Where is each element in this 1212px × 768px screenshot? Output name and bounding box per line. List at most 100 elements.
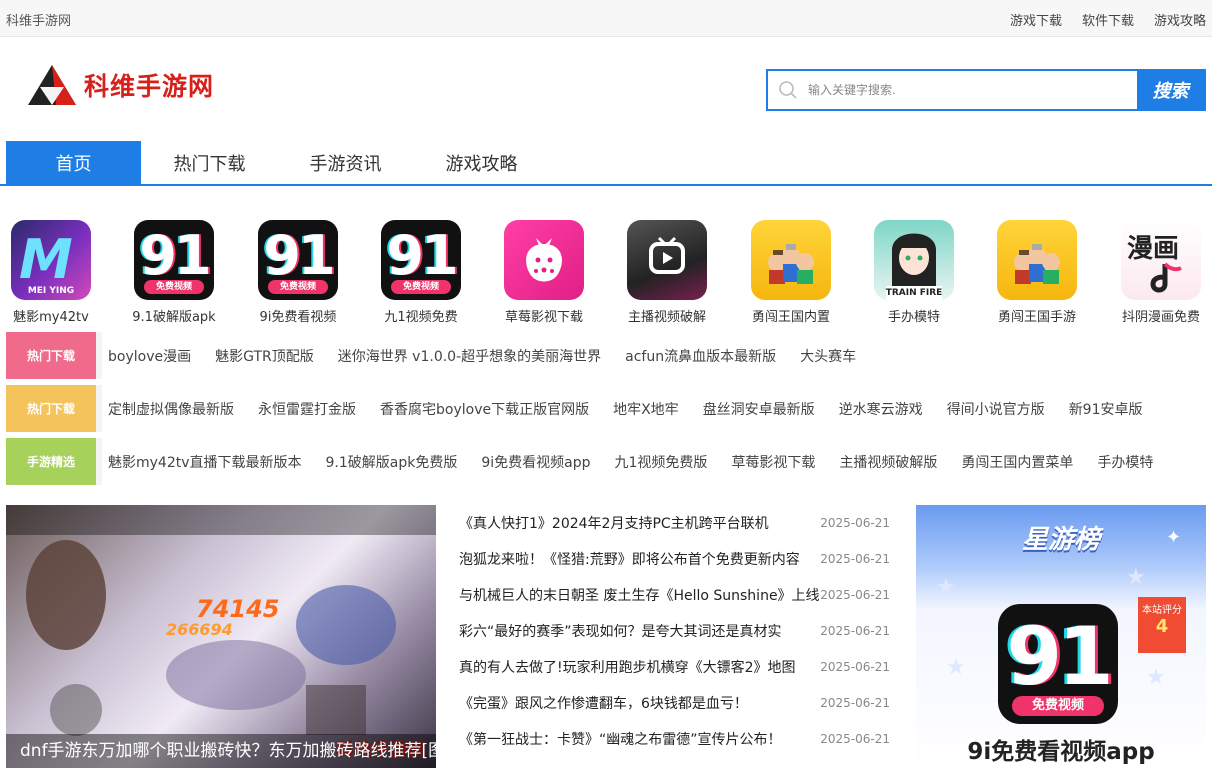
- news-date: 2025-06-21: [820, 624, 890, 638]
- tab-hot-download[interactable]: 热门下载: [142, 141, 277, 184]
- star-icon: ★: [946, 655, 966, 680]
- news-item[interactable]: 《完蛋》跟风之作惨遭翻车，6块钱都是血亏！ 2025-06-21: [459, 685, 890, 721]
- app-item-jiu1-video[interactable]: 91 免费视频 九1视频免费: [366, 220, 476, 325]
- keyword-link[interactable]: 勇闯王国内置菜单: [961, 452, 1073, 472]
- 91-video-app-icon[interactable]: 91 免费视频: [998, 604, 1118, 724]
- keyword-link[interactable]: 大头赛车: [800, 346, 856, 366]
- tv-app-icon: [627, 220, 707, 300]
- news-date: 2025-06-21: [820, 552, 890, 566]
- search-box: 搜索: [766, 69, 1206, 111]
- logo-triangle-icon: [28, 65, 76, 105]
- top-link-game-download[interactable]: 游戏下载: [1010, 10, 1062, 29]
- 91-video-app-icon: 91 免费视频: [134, 220, 214, 300]
- top-link-game-guide[interactable]: 游戏攻略: [1154, 10, 1206, 29]
- app-name: 主播视频破解: [627, 310, 706, 325]
- app-item-meiying[interactable]: M MEI YING 魅影my42tv: [0, 220, 106, 325]
- app-item-streamer-video[interactable]: 主播视频破解: [612, 220, 722, 325]
- news-item[interactable]: 泡狐龙来啦！《怪猎:荒野》即将公布首个免费更新内容 2025-06-21: [459, 541, 890, 577]
- news-date: 2025-06-21: [820, 732, 890, 746]
- keyword-link[interactable]: 迷你海世界 v1.0.0-超乎想象的美丽海世界: [338, 346, 601, 366]
- star-ranking-panel: ★ ★ ★ ★ ✦ 星游榜 本站评分 4 91 免费视频 9i免费看视频app: [916, 505, 1206, 768]
- featured-caption[interactable]: dnf手游东万加哪个职业搬砖快？东万加搬砖路线推荐[图: [6, 734, 436, 768]
- strawberry-app-icon: [504, 220, 584, 300]
- app-item-brave-kingdom-mod[interactable]: 勇闯王国内置: [736, 220, 846, 325]
- keyword-link[interactable]: 9i免费看视频app: [481, 452, 590, 472]
- app-name: 九1视频免费: [384, 310, 458, 325]
- damage-number: 266694: [166, 620, 233, 639]
- app-name: 勇闯王国内置: [751, 310, 830, 325]
- row-tag: 热门下载: [6, 332, 102, 379]
- main-nav: 首页 热门下载 手游资讯 游戏攻略: [0, 141, 1212, 186]
- search-button[interactable]: 搜索: [1137, 71, 1204, 109]
- site-logo[interactable]: 科维手游网: [26, 63, 214, 107]
- keyword-link[interactable]: 盘丝洞安卓最新版: [703, 399, 815, 419]
- logo-text: 科维手游网: [84, 72, 215, 101]
- tab-mobile-news[interactable]: 手游资讯: [278, 141, 413, 184]
- brave-kingdom-app-icon: [751, 220, 831, 300]
- keyword-link[interactable]: 9.1破解版apk免费版: [326, 452, 458, 472]
- manga-app-icon: 漫画: [1121, 220, 1201, 300]
- search-icon: [768, 71, 808, 109]
- news-list: 《真人快打1》2024年2月支持PC主机跨平台联机 2025-06-21 泡狐龙来…: [459, 505, 890, 757]
- keyword-link[interactable]: 新91安卓版: [1069, 399, 1143, 419]
- panel-title: 星游榜: [1021, 525, 1100, 555]
- news-item[interactable]: 彩六“最好的赛季”表现如何？是夸大其词还是真材实 2025-06-21: [459, 613, 890, 649]
- keyword-link[interactable]: 永恒雷霆打金版: [258, 399, 356, 419]
- news-item[interactable]: 《第一狂战士：卡赞》“幽魂之布雷德”宣传片公布！ 2025-06-21: [459, 721, 890, 757]
- rating-badge: 本站评分 4: [1138, 597, 1186, 653]
- app-name: 抖阴漫画免费: [1121, 310, 1200, 325]
- news-date: 2025-06-21: [820, 588, 890, 602]
- app-icon-list: M MEI YING 魅影my42tv 91 免费视频 9.1破解版apk 91 免费…: [0, 220, 1212, 326]
- search-input[interactable]: [808, 71, 1137, 109]
- featured-article-image[interactable]: 74145 266694 科维手游网 dnf手游东万加哪个职业搬砖快？东万加搬砖…: [6, 505, 436, 768]
- app-item-strawberry[interactable]: 草莓影视下载: [489, 220, 599, 325]
- star-icon: ★: [1146, 665, 1166, 690]
- keyword-link[interactable]: 得间小说官方版: [947, 399, 1045, 419]
- keyword-row-hot-1: 热门下载 boylove漫画 魅影GTR顶配版 迷你海世界 v1.0.0-超乎想…: [6, 332, 1206, 379]
- keyword-link[interactable]: 手办模特: [1097, 452, 1153, 472]
- row-tag: 手游精选: [6, 438, 102, 485]
- app-name: 草莓影视下载: [504, 310, 583, 325]
- ranked-app-name[interactable]: 9i免费看视频app: [916, 732, 1206, 766]
- top-link-software-download[interactable]: 软件下载: [1082, 10, 1134, 29]
- keyword-link[interactable]: 草莓影视下载: [731, 452, 815, 472]
- meiying-app-icon: M MEI YING: [11, 220, 91, 300]
- star-icon: ★: [936, 575, 956, 600]
- keyword-link[interactable]: 定制虚拟偶像最新版: [108, 399, 234, 419]
- news-item[interactable]: 与机械巨人的末日朝圣 废土生存《Hello Sunshine》上线 2025-06…: [459, 577, 890, 613]
- app-item-brave-kingdom-mobile[interactable]: 勇闯王国手游: [982, 220, 1092, 325]
- keyword-link[interactable]: 主播视频破解版: [839, 452, 937, 472]
- site-name[interactable]: 科维手游网: [6, 10, 71, 29]
- keyword-link[interactable]: 逆水寒云游戏: [839, 399, 923, 419]
- app-item-douyin-manga[interactable]: 漫画 抖阴漫画免费: [1106, 220, 1212, 325]
- app-item-figure-model[interactable]: TRAIN FIRE 手办模特: [859, 220, 969, 325]
- app-name: 9i免费看视频: [259, 310, 337, 325]
- tab-game-guide[interactable]: 游戏攻略: [414, 141, 549, 184]
- keyword-row-picks: 手游精选 魅影my42tv直播下载最新版本 9.1破解版apk免费版 9i免费看…: [6, 438, 1206, 485]
- news-item[interactable]: 《真人快打1》2024年2月支持PC主机跨平台联机 2025-06-21: [459, 505, 890, 541]
- header: 科维手游网 搜索: [0, 37, 1212, 141]
- row-tag: 热门下载: [6, 385, 102, 432]
- news-date: 2025-06-21: [820, 696, 890, 710]
- brave-kingdom-app-icon: [997, 220, 1077, 300]
- keyword-link[interactable]: acfun流鼻血版本最新版: [625, 346, 776, 366]
- keyword-link[interactable]: 九1视频免费版: [615, 452, 708, 472]
- tab-home[interactable]: 首页: [6, 141, 141, 184]
- news-date: 2025-06-21: [820, 516, 890, 530]
- 91-video-app-icon: 91 免费视频: [258, 220, 338, 300]
- app-name: 勇闯王国手游: [997, 310, 1076, 325]
- app-item-9i-video[interactable]: 91 免费视频 9i免费看视频: [243, 220, 353, 325]
- keyword-link[interactable]: boylove漫画: [108, 346, 191, 366]
- top-bar: 科维手游网 游戏下载 软件下载 游戏攻略: [0, 0, 1212, 37]
- star-icon: ★: [1126, 565, 1146, 590]
- top-links: 游戏下载 软件下载 游戏攻略: [1010, 10, 1206, 29]
- keyword-link[interactable]: 香香腐宅boylove下载正版官网版: [380, 399, 589, 419]
- anime-figure-app-icon: TRAIN FIRE: [874, 220, 954, 300]
- keyword-link[interactable]: 魅影GTR顶配版: [215, 346, 314, 366]
- news-item[interactable]: 真的有人去做了!玩家利用跑步机横穿《大镖客2》地图 2025-06-21: [459, 649, 890, 685]
- news-date: 2025-06-21: [820, 660, 890, 674]
- app-item-91-apk[interactable]: 91 免费视频 9.1破解版apk: [119, 220, 229, 325]
- keyword-link[interactable]: 地牢X地牢: [613, 399, 679, 419]
- keyword-link[interactable]: 魅影my42tv直播下载最新版本: [108, 452, 302, 472]
- app-name: 9.1破解版apk: [132, 310, 216, 325]
